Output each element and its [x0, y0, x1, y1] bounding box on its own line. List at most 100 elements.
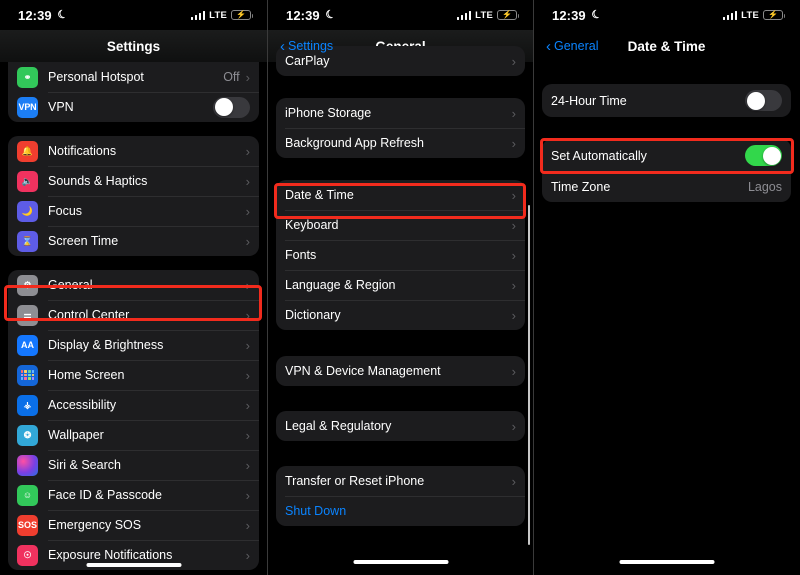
signal-bars-icon [190, 10, 206, 20]
row-vpn-device-management[interactable]: VPN & Device Management › [276, 356, 525, 386]
status-right-3: LTE ⚡ [722, 10, 785, 21]
row-transfer-reset-iphone[interactable]: Transfer or Reset iPhone › [276, 466, 525, 496]
emergency-sos-icon: SOS [17, 514, 38, 536]
chevron-right-icon: › [245, 277, 250, 293]
row-face-id-passcode[interactable]: ☺ Face ID & Passcode › [8, 480, 259, 510]
row-label: Accessibility [48, 398, 117, 412]
row-time-zone[interactable]: Time Zone Lagos [542, 172, 791, 202]
row-home-screen[interactable]: Home Screen › [8, 360, 259, 390]
row-label: Sounds & Haptics [48, 174, 148, 188]
row-date-time[interactable]: Date & Time › [276, 180, 525, 210]
general-group-legal: Legal & Regulatory › [276, 411, 525, 441]
chevron-right-icon: › [511, 277, 516, 293]
display-brightness-icon: AA [17, 334, 38, 356]
general-scroll-area[interactable]: CarPlay › iPhone Storage › Background Ap… [268, 46, 533, 559]
back-label: General [554, 39, 599, 53]
home-indicator [619, 560, 714, 564]
row-keyboard[interactable]: Keyboard › [276, 210, 525, 240]
general-group-datetime: Date & Time › Keyboard › Fonts › Languag… [276, 180, 525, 330]
status-bar-1: 12:39 ☾ LTE ⚡ [0, 0, 267, 30]
row-siri-search[interactable]: Siri & Search › [8, 450, 259, 480]
row-label: Notifications [48, 144, 117, 158]
back-button-settings[interactable]: ‹ Settings [280, 39, 333, 54]
row-label: Display & Brightness [48, 338, 164, 352]
chevron-right-icon: › [511, 53, 516, 69]
row-label: Screen Time [48, 234, 119, 248]
row-personal-hotspot[interactable]: ⚭ Personal Hotspot Off › [8, 62, 259, 92]
row-background-app-refresh[interactable]: Background App Refresh › [276, 128, 525, 158]
row-sounds-haptics[interactable]: 🔈 Sounds & Haptics › [8, 166, 259, 196]
notifications-icon: 🔔 [17, 140, 38, 162]
row-emergency-sos[interactable]: SOS Emergency SOS › [8, 510, 259, 540]
row-dictionary[interactable]: Dictionary › [276, 300, 525, 330]
focus-icon: 🌙 [17, 200, 38, 222]
chevron-right-icon: › [245, 69, 250, 85]
row-label: Shut Down [285, 504, 347, 518]
row-language-region[interactable]: Language & Region › [276, 270, 525, 300]
battery-charging-icon: ⚡ [497, 10, 519, 20]
back-button-general[interactable]: ‹ General [546, 39, 598, 54]
chevron-right-icon: › [245, 203, 250, 219]
row-legal-regulatory[interactable]: Legal & Regulatory › [276, 411, 525, 441]
status-bar-3: 12:39 ☾ LTE ⚡ [534, 0, 799, 30]
row-label: Dictionary [285, 308, 341, 322]
row-shut-down[interactable]: Shut Down [276, 496, 525, 526]
row-label: Time Zone [551, 180, 611, 194]
row-label: Personal Hotspot [48, 70, 144, 84]
row-accessibility[interactable]: ⚶ Accessibility › [8, 390, 259, 420]
exposure-notifications-icon: ☉ [17, 544, 38, 566]
sounds-icon: 🔈 [17, 170, 38, 192]
chevron-right-icon: › [245, 397, 250, 413]
row-focus[interactable]: 🌙 Focus › [8, 196, 259, 226]
24-hour-time-toggle[interactable] [745, 90, 782, 111]
row-iphone-storage[interactable]: iPhone Storage › [276, 98, 525, 128]
set-automatically-toggle[interactable] [745, 145, 782, 166]
accessibility-icon: ⚶ [17, 394, 38, 416]
row-notifications[interactable]: 🔔 Notifications › [8, 136, 259, 166]
chevron-right-icon: › [511, 105, 516, 121]
battery-charging-icon: ⚡ [231, 10, 253, 20]
crescent-moon-icon: ☾ [589, 7, 604, 22]
vpn-icon: VPN [17, 96, 38, 118]
row-label: VPN & Device Management [285, 364, 441, 378]
row-set-automatically[interactable]: Set Automatically [542, 139, 791, 172]
nav-bar-settings: Settings [0, 30, 267, 62]
row-vpn[interactable]: VPN VPN [8, 92, 259, 122]
row-general[interactable]: ⚙ General › [8, 270, 259, 300]
vertical-scrollbar[interactable] [527, 205, 530, 545]
row-value: Off [223, 70, 240, 84]
row-screen-time[interactable]: ⌛ Screen Time › [8, 226, 259, 256]
status-right-1: LTE ⚡ [190, 10, 253, 21]
row-label: Language & Region [285, 278, 396, 292]
home-indicator [353, 560, 448, 564]
chevron-right-icon: › [245, 547, 250, 563]
row-control-center[interactable]: ⚌ Control Center › [8, 300, 259, 330]
crescent-moon-icon: ☾ [323, 7, 338, 22]
hotspot-icon: ⚭ [17, 66, 38, 88]
row-label: Background App Refresh [285, 136, 424, 150]
chevron-right-icon: › [245, 173, 250, 189]
row-24-hour-time[interactable]: 24-Hour Time [542, 84, 791, 117]
row-label: Control Center [48, 308, 130, 322]
battery-charging-icon: ⚡ [763, 10, 785, 20]
row-fonts[interactable]: Fonts › [276, 240, 525, 270]
settings-group-connectivity: ⚭ Personal Hotspot Off › VPN VPN [8, 62, 259, 122]
status-left-2: 12:39 ☾ [286, 7, 338, 22]
general-group-vpn-device: VPN & Device Management › [276, 356, 525, 386]
wallpaper-icon: ❂ [17, 424, 38, 446]
row-label: Keyboard [285, 218, 339, 232]
chevron-right-icon: › [245, 517, 250, 533]
vpn-toggle[interactable] [213, 96, 250, 118]
page-title-settings: Settings [106, 38, 161, 54]
row-label: Home Screen [48, 368, 125, 382]
settings-scroll-area[interactable]: ⚭ Personal Hotspot Off › VPN VPN 🔔 Notif… [0, 62, 267, 575]
row-value: Lagos [747, 180, 782, 194]
face-id-icon: ☺ [17, 484, 38, 506]
row-display-brightness[interactable]: AA Display & Brightness › [8, 330, 259, 360]
status-left-3: 12:39 ☾ [552, 7, 604, 22]
row-label: Siri & Search [48, 458, 121, 472]
date-time-scroll-area[interactable]: 24-Hour Time Set Automatically Time Zone… [534, 84, 799, 575]
row-wallpaper[interactable]: ❂ Wallpaper › [8, 420, 259, 450]
row-label: Set Automatically [551, 148, 647, 163]
signal-bars-icon [722, 10, 738, 20]
